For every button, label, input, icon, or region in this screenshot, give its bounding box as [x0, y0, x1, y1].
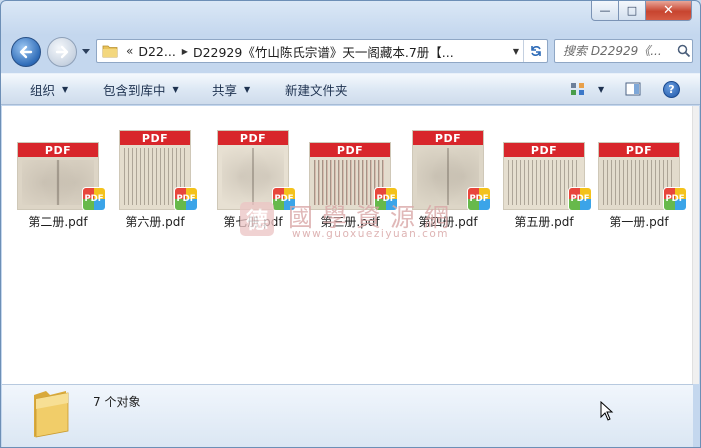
pdf-app-icon: PDF	[83, 188, 105, 210]
file-name: 第三册.pdf	[320, 215, 380, 229]
view-grid-icon	[571, 83, 584, 95]
details-pane: 7 个对象	[2, 384, 693, 447]
forward-button[interactable]	[47, 37, 77, 67]
refresh-button[interactable]	[523, 40, 547, 62]
mouse-pointer-icon	[600, 401, 614, 421]
chevron-down-icon: ▼	[172, 84, 179, 94]
file-item[interactable]: PDF PDF 第四册.pdf	[403, 116, 493, 229]
folder-icon	[102, 45, 118, 58]
change-view-button[interactable]: ▼	[570, 82, 604, 96]
pdf-label: PDF	[310, 143, 390, 157]
pdf-app-icon: PDF	[468, 188, 490, 210]
organize-label: 组织	[30, 82, 56, 98]
navigation-bar: « D22... ▶ D22929《竹山陈氏宗谱》天一阁藏本.7册【... ▼	[1, 35, 700, 67]
chevron-down-icon: ▼	[62, 84, 69, 94]
file-item[interactable]: PDF PDF 第七册.pdf	[208, 116, 298, 229]
new-folder-button[interactable]: 新建文件夹	[283, 80, 350, 99]
chevron-down-icon: ▼	[244, 84, 251, 94]
new-folder-label: 新建文件夹	[285, 82, 348, 98]
pdf-app-icon: PDF	[175, 188, 197, 210]
preview-pane-button[interactable]	[625, 82, 641, 99]
share-menu[interactable]: 共享 ▼	[210, 80, 252, 99]
share-label: 共享	[212, 82, 238, 98]
preview-pane-icon	[625, 82, 641, 96]
caption-buttons: — □ ✕	[591, 1, 692, 21]
file-list: PDF PDF 第二册.pdf PDF PDF 第六册.pdf PDF PDF 第七册.pdf P…	[2, 106, 693, 384]
pdf-app-icon: PDF	[375, 188, 397, 210]
file-item[interactable]: PDF PDF 第一册.pdf	[594, 116, 686, 229]
close-button[interactable]: ✕	[646, 1, 692, 21]
search-icon[interactable]	[677, 44, 691, 58]
help-button[interactable]: ?	[663, 81, 680, 98]
file-item[interactable]: PDF PDF 第二册.pdf	[13, 116, 105, 229]
file-name: 第二册.pdf	[28, 215, 88, 229]
recent-pages-dropdown[interactable]	[81, 48, 91, 56]
command-bar: 组织 ▼ 包含到库中 ▼ 共享 ▼ 新建文件夹 ▼ ?	[1, 73, 700, 105]
pdf-app-icon: PDF	[664, 188, 686, 210]
include-library-label: 包含到库中	[103, 82, 166, 98]
breadcrumb-overflow[interactable]: «	[126, 44, 133, 58]
file-name: 第七册.pdf	[223, 215, 283, 229]
address-dropdown[interactable]: ▼	[513, 47, 519, 56]
address-bar[interactable]: « D22... ▶ D22929《竹山陈氏宗谱》天一阁藏本.7册【... ▼	[96, 39, 548, 63]
pdf-label: PDF	[599, 143, 679, 157]
file-name: 第四册.pdf	[418, 215, 478, 229]
pdf-app-icon: PDF	[569, 188, 591, 210]
refresh-icon	[530, 46, 541, 56]
pdf-label: PDF	[413, 131, 483, 145]
maximize-button[interactable]: □	[619, 1, 646, 21]
breadcrumb-item-current[interactable]: D22929《竹山陈氏宗谱》天一阁藏本.7册【...	[193, 42, 454, 61]
folder-icon	[34, 391, 69, 438]
minimize-button[interactable]: —	[591, 1, 619, 21]
pdf-label: PDF	[504, 143, 584, 157]
item-count: 7 个对象	[93, 395, 141, 409]
file-item[interactable]: PDF PDF 第五册.pdf	[499, 116, 591, 229]
back-button[interactable]	[11, 37, 41, 67]
pdf-label: PDF	[218, 131, 288, 145]
forward-arrow-icon	[55, 45, 69, 59]
file-name: 第六册.pdf	[125, 215, 185, 229]
search-box[interactable]	[554, 39, 693, 63]
back-arrow-icon	[19, 45, 33, 59]
breadcrumb-item-parent[interactable]: D22...	[138, 44, 175, 59]
include-in-library-menu[interactable]: 包含到库中 ▼	[101, 80, 181, 99]
file-item[interactable]: PDF PDF 第三册.pdf	[305, 116, 397, 229]
file-item[interactable]: PDF PDF 第六册.pdf	[110, 116, 200, 229]
pdf-app-icon: PDF	[273, 188, 295, 210]
pdf-label: PDF	[120, 131, 190, 145]
scrollbar[interactable]	[692, 106, 699, 384]
pdf-label: PDF	[18, 143, 98, 157]
file-name: 第五册.pdf	[514, 215, 574, 229]
chevron-down-icon	[82, 49, 90, 54]
organize-menu[interactable]: 组织 ▼	[28, 80, 70, 99]
breadcrumb-separator-icon[interactable]: ▶	[182, 47, 188, 56]
explorer-window: — □ ✕ « D22... ▶ D22929《竹山陈氏宗谱》天一阁藏本.7册【	[0, 0, 701, 448]
search-input[interactable]	[563, 44, 675, 58]
chevron-down-icon: ▼	[598, 84, 605, 94]
file-name: 第一册.pdf	[609, 215, 669, 229]
